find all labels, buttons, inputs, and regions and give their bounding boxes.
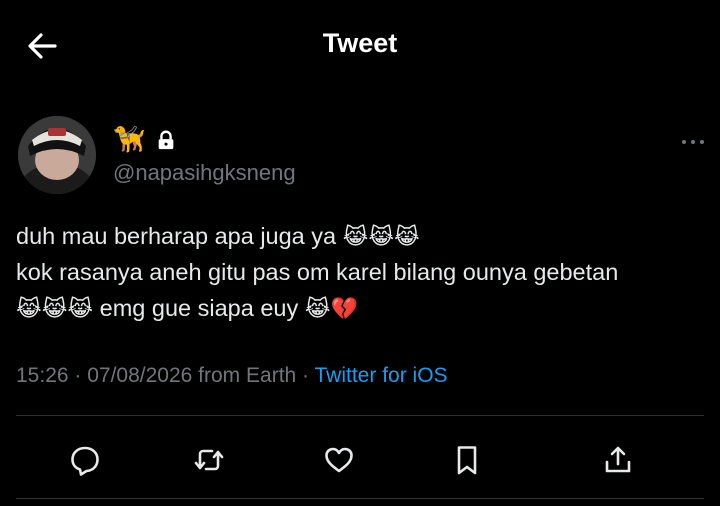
divider	[16, 415, 704, 416]
page-title: Tweet	[322, 28, 398, 58]
like-button[interactable]	[319, 440, 359, 480]
author-handle[interactable]: @napasihgksneng	[113, 160, 296, 186]
divider	[16, 498, 704, 499]
tweet-text-segment: emg gue siapa euy	[93, 295, 305, 321]
display-name[interactable]: 🦮	[113, 127, 145, 153]
tweet-text: duh mau berharap apa juga ya 😹😹😹 kok ras…	[16, 218, 716, 326]
reply-button[interactable]	[65, 440, 105, 480]
tweet-date: 07/08/2026	[87, 364, 193, 387]
action-bar	[0, 430, 720, 486]
tweet-line: duh mau berharap apa juga ya 😹😹😹	[16, 218, 716, 254]
emoji-group: 😹💔	[304, 297, 358, 322]
share-button[interactable]	[598, 440, 638, 480]
lock-icon	[159, 130, 174, 150]
tweet-location: from Earth	[192, 364, 297, 387]
author-name-row: 🦮	[113, 124, 177, 156]
retweet-button[interactable]	[189, 440, 229, 480]
avatar-image	[18, 116, 96, 194]
tweet-line: 😹😹😹 emg gue siapa euy 😹💔	[16, 290, 716, 326]
share-icon	[605, 446, 631, 473]
reply-icon	[71, 446, 99, 476]
avatar[interactable]	[18, 116, 96, 194]
top-bar: Tweet	[0, 0, 720, 90]
tweet-text-segment: duh mau berharap apa juga ya	[16, 223, 343, 249]
heart-icon	[325, 447, 353, 473]
more-horizontal-icon	[682, 140, 704, 144]
tweet-time: 15:26	[16, 364, 69, 387]
tweet-metadata: 15:26 · 07/08/2026 from Earth · Twitter …	[16, 364, 448, 388]
retweet-icon	[194, 449, 224, 471]
bookmark-icon	[457, 446, 477, 475]
tweet-text-segment: kok rasanya aneh gitu pas om karel bilan…	[16, 259, 619, 285]
meta-separator: ·	[296, 364, 315, 387]
emoji-group: 😹😹😹	[342, 225, 420, 250]
bookmark-button[interactable]	[447, 440, 487, 480]
meta-separator: ·	[68, 364, 88, 387]
tweet-line: kok rasanya aneh gitu pas om karel bilan…	[16, 254, 716, 290]
tweet-source-link[interactable]: Twitter for iOS	[315, 364, 448, 387]
more-button[interactable]	[676, 130, 710, 154]
emoji-group: 😹😹😹	[16, 297, 94, 322]
